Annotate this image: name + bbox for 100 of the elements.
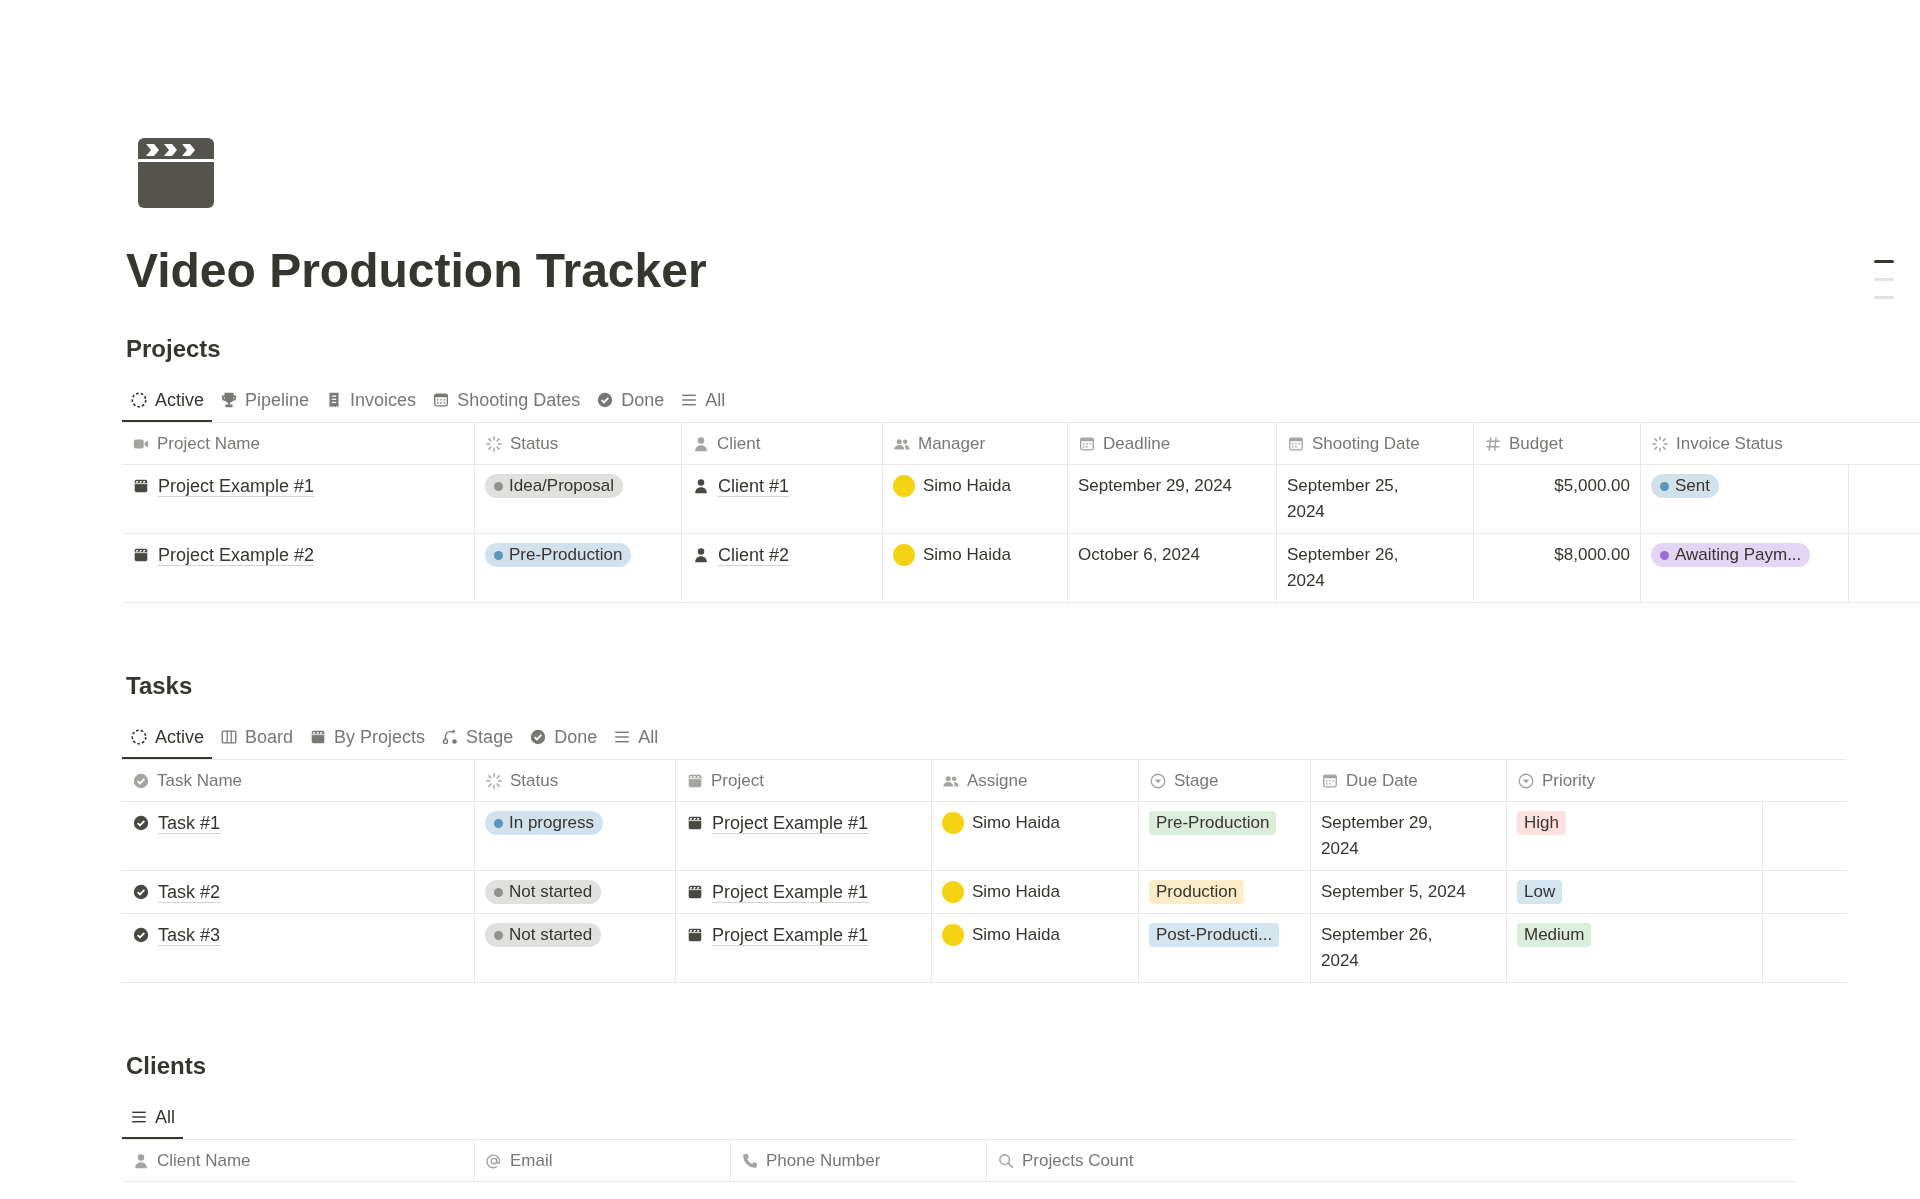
- link[interactable]: Project Example #1: [712, 922, 869, 948]
- column-header[interactable]: Stage: [1139, 760, 1311, 801]
- column-header[interactable]: Invoice Status: [1641, 423, 1920, 464]
- column-header[interactable]: Client Name: [122, 1140, 475, 1181]
- person-icon: [692, 546, 710, 564]
- trophy-icon: [220, 391, 239, 409]
- column-header[interactable]: Status: [475, 760, 676, 801]
- clapperboard-icon: [686, 814, 704, 832]
- column-header[interactable]: Shooting Date: [1277, 423, 1474, 464]
- avatar: [942, 812, 964, 834]
- view-tab[interactable]: All: [672, 378, 734, 422]
- column-header[interactable]: Projects Count: [987, 1140, 1795, 1181]
- hash-icon: [1484, 434, 1502, 453]
- status-tag: Not started: [485, 880, 602, 904]
- date-text: September 29, 2024: [1078, 475, 1233, 497]
- check-circle-icon: [132, 814, 150, 832]
- spinner-icon: [485, 434, 503, 453]
- link[interactable]: Project Example #1: [712, 810, 869, 836]
- link[interactable]: Client #2: [718, 542, 790, 568]
- spinner-icon: [485, 771, 503, 790]
- at-sign-icon: [485, 1151, 503, 1170]
- link[interactable]: Project Example #1: [712, 879, 869, 905]
- clapperboard-icon: [686, 883, 704, 901]
- person-icon: [132, 1151, 150, 1170]
- outline-marker[interactable]: [1874, 260, 1894, 263]
- path-icon: [441, 728, 460, 746]
- section-heading: Clients: [126, 1051, 206, 1081]
- clapperboard-icon: [686, 926, 704, 944]
- phone-icon: [741, 1151, 759, 1170]
- column-header[interactable]: Due Date: [1311, 760, 1507, 801]
- spinner-icon: [1651, 434, 1669, 453]
- dropdown-circle-icon: [1149, 771, 1167, 790]
- status-tag: In progress: [485, 811, 604, 835]
- column-header[interactable]: Phone Number: [731, 1140, 987, 1181]
- link[interactable]: Client #1: [718, 473, 790, 499]
- dropdown-circle-icon: [1517, 771, 1535, 790]
- link[interactable]: Project Example #1: [158, 473, 315, 499]
- status-tag: Idea/Proposal: [485, 474, 623, 498]
- clapperboard-icon: [132, 546, 150, 564]
- check-circle-icon: [132, 883, 150, 901]
- page-title: Video Production Tracker: [126, 243, 707, 299]
- option-tag: Production: [1149, 880, 1245, 904]
- view-tab[interactable]: Invoices: [317, 378, 425, 422]
- clapperboard-icon: [138, 138, 214, 208]
- section-heading: Tasks: [126, 671, 193, 701]
- person-icon: [692, 477, 710, 495]
- view-tab[interactable]: Shooting Dates: [424, 378, 589, 422]
- column-header[interactable]: Project Name: [122, 423, 475, 464]
- column-header[interactable]: Email: [475, 1140, 731, 1181]
- view-tab[interactable]: All: [605, 715, 667, 759]
- view-tab[interactable]: Stage: [433, 715, 522, 759]
- date-text: September 25, 2024: [1287, 475, 1400, 523]
- view-tab[interactable]: Board: [212, 715, 302, 759]
- option-tag: High: [1517, 811, 1566, 835]
- view-tab[interactable]: By Projects: [301, 715, 434, 759]
- view-tab[interactable]: Active: [122, 715, 213, 759]
- view-tab[interactable]: Pipeline: [212, 378, 318, 422]
- column-header[interactable]: Budget: [1474, 423, 1641, 464]
- avatar: [893, 544, 915, 566]
- person-name: Simo Haida: [972, 924, 1060, 946]
- avatar: [942, 881, 964, 903]
- person-name: Simo Haida: [923, 544, 1011, 566]
- board-icon: [220, 728, 239, 746]
- search-icon: [997, 1151, 1015, 1170]
- date-text: September 26, 2024: [1321, 924, 1434, 972]
- avatar: [942, 924, 964, 946]
- link[interactable]: Task #1: [158, 810, 221, 836]
- person-name: Simo Haida: [923, 475, 1011, 497]
- link[interactable]: Project Example #2: [158, 542, 315, 568]
- status-tag: Pre-Production: [485, 543, 632, 567]
- view-tab[interactable]: Done: [588, 378, 673, 422]
- column-header[interactable]: Priority: [1507, 760, 1846, 801]
- calendar-icon: [1078, 434, 1096, 453]
- view-tab[interactable]: All: [122, 1095, 183, 1139]
- calendar-icon: [1287, 434, 1305, 453]
- link[interactable]: Task #3: [158, 922, 221, 948]
- dashed-circle-icon: [130, 391, 148, 409]
- view-tab[interactable]: Active: [122, 378, 213, 422]
- column-header[interactable]: Task Name: [122, 760, 475, 801]
- person-icon: [692, 434, 710, 453]
- column-header[interactable]: Client: [682, 423, 883, 464]
- column-header[interactable]: Status: [475, 423, 682, 464]
- date-text: September 5, 2024: [1321, 881, 1466, 903]
- dashed-circle-icon: [130, 728, 148, 746]
- check-circle-icon: [529, 728, 548, 746]
- option-tag: Medium: [1517, 923, 1592, 947]
- column-header[interactable]: Deadline: [1068, 423, 1277, 464]
- section-heading: Projects: [126, 334, 221, 364]
- column-header[interactable]: Project: [676, 760, 932, 801]
- column-header[interactable]: Assigne: [932, 760, 1139, 801]
- avatar: [893, 475, 915, 497]
- check-circle-icon: [132, 926, 150, 944]
- check-circle-icon: [596, 391, 615, 409]
- option-tag: Low: [1517, 880, 1563, 904]
- view-tab[interactable]: Done: [521, 715, 606, 759]
- date-text: September 29, 2024: [1321, 812, 1434, 860]
- link[interactable]: Task #2: [158, 879, 221, 905]
- column-header[interactable]: Manager: [883, 423, 1068, 464]
- person-name: Simo Haida: [972, 812, 1060, 834]
- status-tag: Not started: [485, 923, 602, 947]
